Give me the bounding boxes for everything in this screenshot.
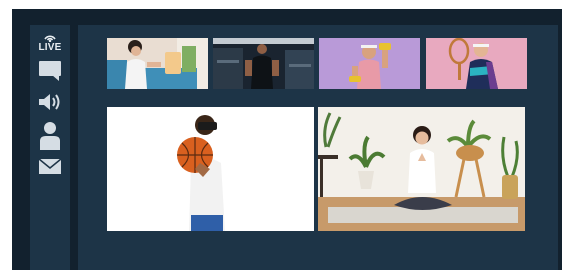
meditation-tile[interactable] <box>318 107 525 231</box>
mail-button[interactable] <box>37 156 63 176</box>
basketball-vr-tile[interactable] <box>107 107 314 231</box>
user-icon <box>40 122 60 150</box>
broadcast-icon <box>44 35 56 42</box>
chat-icon <box>39 61 61 81</box>
woman-on-sofa-thumbnail[interactable] <box>107 38 208 89</box>
basketball-vr-image <box>107 107 314 231</box>
man-with-tennis-racket-image <box>426 38 527 89</box>
live-button[interactable]: LIVE <box>37 31 63 55</box>
user-button[interactable] <box>37 121 63 151</box>
man-in-gym-image <box>213 38 314 89</box>
woman-on-sofa-image <box>107 38 208 89</box>
man-with-dumbbell-thumbnail[interactable] <box>319 38 420 89</box>
man-with-dumbbell-image <box>319 38 420 89</box>
volume-icon <box>39 94 60 110</box>
volume-button[interactable] <box>37 92 63 112</box>
meditation-image <box>318 107 525 231</box>
mail-icon <box>38 157 62 174</box>
chat-button[interactable] <box>37 60 63 82</box>
live-label: LIVE <box>38 42 62 53</box>
man-with-tennis-racket-thumbnail[interactable] <box>426 38 527 89</box>
man-in-gym-thumbnail[interactable] <box>213 38 314 89</box>
